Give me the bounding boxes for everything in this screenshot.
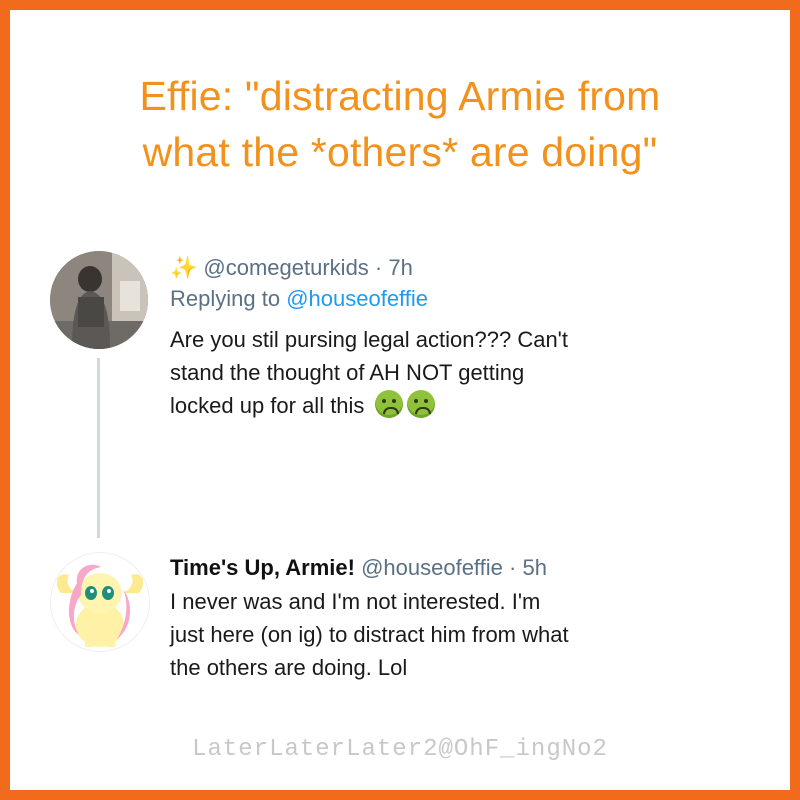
tweet-body-line: just here (on ig) to distract him from w… [170, 622, 569, 647]
tweet-body-line: locked up for all this [170, 389, 568, 422]
nauseated-face-icon [374, 390, 403, 418]
dot-separator: · [502, 555, 523, 580]
reply-mention-link[interactable]: @houseofeffie [286, 286, 428, 311]
tweet-handle[interactable]: @comegeturkids [203, 255, 368, 280]
tweet-header: ✨ @comegeturkids · 7h [170, 253, 568, 283]
tweet-body: Are you stil pursing legal action??? Can… [170, 323, 568, 422]
replying-to: Replying to @houseofeffie [170, 283, 568, 315]
tweet-handle[interactable]: @houseofeffie [361, 555, 503, 580]
tweet-body-line: Are you stil pursing legal action??? Can… [170, 327, 568, 352]
tweet-body-line: stand the thought of AH NOT getting [170, 360, 525, 385]
tweet-header: Time's Up, Armie! @houseofeffie · 5h [170, 553, 569, 583]
sparkles-icon: ✨ [170, 255, 198, 280]
pony-avatar-icon [51, 553, 149, 651]
watermark: LaterLaterLater2@OhF_ingNo2 [192, 736, 608, 763]
headline: Effie: "distracting Armie from what the … [20, 68, 780, 180]
tweet-time[interactable]: 5h [522, 555, 546, 580]
tweet-body-line: the others are doing. Lol [170, 655, 408, 680]
avatar-photo-icon [50, 251, 148, 349]
tweet-body-line: I never was and I'm not interested. I'm [170, 589, 541, 614]
tweet-body: I never was and I'm not interested. I'm … [170, 585, 569, 684]
avatar-comegeturkids[interactable] [50, 251, 148, 349]
tweet-body-text: locked up for all this [170, 393, 365, 418]
thread-connector-line [97, 358, 100, 538]
replying-to-label: Replying to [170, 286, 281, 311]
tweet-houseofeffie: Time's Up, Armie! @houseofeffie · 5h I n… [170, 553, 569, 684]
headline-line-2: what the *others* are doing" [142, 129, 658, 175]
tweet-display-name[interactable]: Time's Up, Armie! [170, 555, 355, 580]
tweet-comegeturkids: ✨ @comegeturkids · 7h Replying to @houseo… [170, 253, 568, 422]
tweet-time[interactable]: 7h [388, 255, 412, 280]
headline-line-1: Effie: "distracting Armie from [139, 73, 661, 119]
avatar-houseofeffie[interactable] [50, 552, 150, 652]
dot-separator: · [368, 255, 389, 280]
nauseated-face-icon [406, 390, 435, 418]
